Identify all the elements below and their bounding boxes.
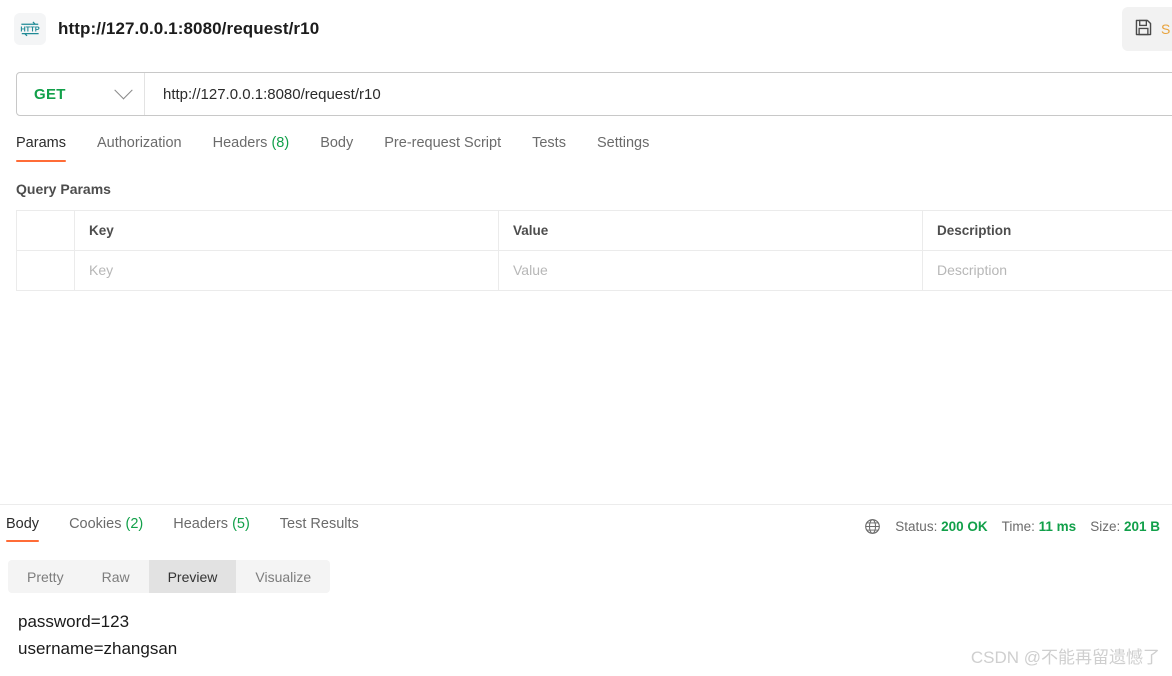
response-format-toggle: Pretty Raw Preview Visualize <box>8 560 331 593</box>
response-tab-cookies-label: Cookies <box>69 516 122 532</box>
tab-pre-request-script[interactable]: Pre-request Script <box>384 131 501 162</box>
row-value-placeholder: Value <box>513 261 548 278</box>
size-value: 201 B <box>1123 519 1160 534</box>
tab-body-label: Body <box>320 135 354 151</box>
tab-headers-label: Headers <box>212 135 268 151</box>
globe-icon <box>864 518 881 535</box>
http-method-label: GET <box>34 85 66 103</box>
format-pretty-button[interactable]: Pretty <box>8 560 83 593</box>
query-params-title: Query Params <box>16 181 111 197</box>
request-tab-bar: Params Authorization Headers (8) Body Pr… <box>16 131 680 162</box>
http-icon: HTTP <box>14 13 46 45</box>
save-button-label: S <box>1161 21 1171 37</box>
time-label: Time: <box>1001 519 1035 534</box>
status-label: Status: <box>895 519 938 534</box>
tab-body[interactable]: Body <box>320 131 353 162</box>
time-badge[interactable]: Time: 11 ms <box>1002 519 1077 534</box>
status-value: 200 OK <box>941 519 988 534</box>
query-params-table: Key Value Description Key Value Descript… <box>16 210 1172 291</box>
tab-params[interactable]: Params <box>16 131 66 162</box>
status-badge[interactable]: Status: 200 OK <box>895 519 987 534</box>
response-tab-test-results[interactable]: Test Results <box>280 512 359 542</box>
time-value: 11 ms <box>1038 519 1077 534</box>
response-tab-bar: Body Cookies (2) Headers (5) Test Result… <box>6 512 389 542</box>
request-url-bar: GET <box>16 72 1172 116</box>
row-key-cell[interactable]: Key <box>74 250 499 291</box>
response-tab-headers-label: Headers <box>173 516 229 532</box>
watermark: CSDN @不能再留遗憾了 <box>970 648 1160 667</box>
http-method-select[interactable]: GET <box>17 73 145 115</box>
header-checkbox-col <box>16 210 75 251</box>
tab-settings-label: Settings <box>596 135 650 151</box>
request-url-input[interactable] <box>145 73 1172 115</box>
response-tab-body-label: Body <box>6 516 40 532</box>
format-visualize-button[interactable]: Visualize <box>236 560 330 593</box>
svg-text:HTTP: HTTP <box>20 25 39 34</box>
request-title-bar: HTTP http://127.0.0.1:8080/request/r10 <box>0 0 1172 58</box>
tab-headers[interactable]: Headers (8) <box>213 131 290 162</box>
postman-request-window: HTTP http://127.0.0.1:8080/request/r10 S… <box>0 0 1172 676</box>
header-key: Key <box>74 210 499 251</box>
response-tab-headers-count: (5) <box>232 516 250 532</box>
format-raw-button[interactable]: Raw <box>83 560 149 593</box>
response-tab-cookies-count: (2) <box>125 516 144 532</box>
header-description: Description <box>922 210 1172 251</box>
size-badge[interactable]: Size: 201 B <box>1090 519 1160 534</box>
row-description-cell[interactable]: Description <box>922 250 1172 291</box>
row-key-placeholder: Key <box>89 261 114 278</box>
page-title: http://127.0.0.1:8080/request/r10 <box>58 19 320 38</box>
response-tab-cookies[interactable]: Cookies (2) <box>69 512 143 542</box>
response-tab-test-results-label: Test Results <box>279 516 359 532</box>
tab-params-label: Params <box>16 135 66 151</box>
tab-authorization[interactable]: Authorization <box>97 131 182 162</box>
tab-authorization-label: Authorization <box>96 135 182 151</box>
table-header-row: Key Value Description <box>16 210 1172 251</box>
response-tab-headers[interactable]: Headers (5) <box>173 512 250 542</box>
format-preview-button[interactable]: Preview <box>148 560 237 593</box>
row-value-cell[interactable]: Value <box>498 250 923 291</box>
response-tab-body[interactable]: Body <box>6 512 40 542</box>
tab-settings[interactable]: Settings <box>597 131 649 162</box>
size-label: Size: <box>1090 519 1121 534</box>
header-value: Value <box>498 210 923 251</box>
save-button[interactable]: S <box>1122 7 1172 51</box>
floppy-disk-icon <box>1134 18 1153 40</box>
chevron-down-icon <box>114 80 133 99</box>
response-body-content: password=123 username=zhangsan <box>18 612 178 658</box>
tab-tests-label: Tests <box>532 135 566 151</box>
response-divider <box>0 504 1172 505</box>
response-status-bar: Status: 200 OK Time: 11 ms Size: 201 B <box>864 518 1160 535</box>
table-row[interactable]: Key Value Description <box>16 250 1172 291</box>
tab-headers-count: (8) <box>271 135 290 151</box>
tab-pre-request-script-label: Pre-request Script <box>384 135 502 151</box>
row-description-placeholder: Description <box>937 261 1008 278</box>
row-checkbox-cell[interactable] <box>16 250 75 291</box>
tab-tests[interactable]: Tests <box>532 131 566 162</box>
